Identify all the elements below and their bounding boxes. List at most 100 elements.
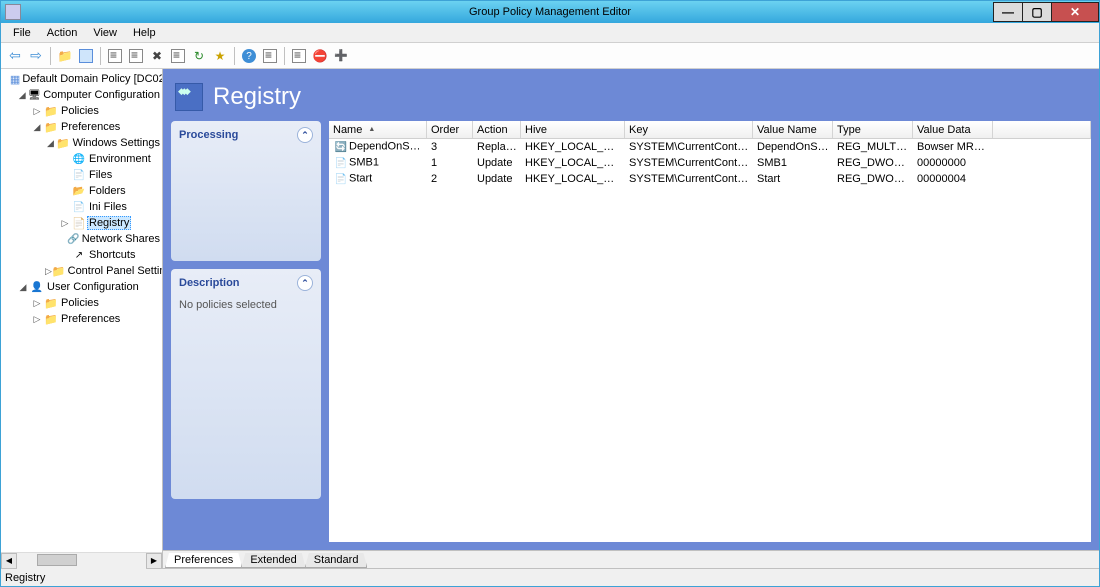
tree-horizontal-scrollbar[interactable]: ◀ ▶ [1,552,162,568]
export-button[interactable] [210,46,230,66]
show-hide-tree-button[interactable] [76,46,96,66]
add-button[interactable] [331,46,351,66]
tree-user-preferences[interactable]: ▷Preferences [31,311,162,327]
cell-name: Start [329,172,427,186]
paste-button[interactable] [126,46,146,66]
delete-button[interactable] [147,46,167,66]
tree-network-shares[interactable]: ▷Network Shares [59,231,162,247]
tree-ini-files[interactable]: ▷Ini Files [59,199,162,215]
tree-folders[interactable]: ▷Folders [59,183,162,199]
scroll-left-button[interactable]: ◀ [1,553,17,569]
menu-help[interactable]: Help [125,25,164,41]
scroll-thumb[interactable] [37,554,77,566]
minimize-button[interactable]: — [993,2,1023,22]
cell-hive: HKEY_LOCAL_MAC... [521,141,625,153]
tree-files[interactable]: ▷Files [59,167,162,183]
view-list-button[interactable] [260,46,280,66]
list-body[interactable]: DependOnService3ReplaceHKEY_LOCAL_MAC...… [329,139,1091,542]
cell-type: REG_DWORD [833,157,913,169]
status-text: Registry [5,572,45,584]
tab-standard[interactable]: Standard [305,553,368,568]
column-header-name[interactable]: Name [329,121,427,138]
separator [234,47,235,65]
column-header-value-data[interactable]: Value Data [913,121,993,138]
titlebar: Group Policy Management Editor — ▢ ✕ [1,1,1099,23]
cell-action: Replace [473,141,521,153]
tree-control-panel-settings[interactable]: ▷Control Panel Settings [45,263,162,279]
cell-value-name: Start [753,173,833,185]
tree-computer-configuration[interactable]: ◢Computer Configuration [17,87,162,103]
cell-key: SYSTEM\CurrentControlS... [625,141,753,153]
right-panel: Registry Processing ⌃ Description ⌃ [163,69,1099,568]
cell-key: SYSTEM\CurrentControlS... [625,157,753,169]
description-collapse-button[interactable]: ⌃ [297,275,313,291]
main-split: ▷Default Domain Policy [DC02.C… ◢Compute… [1,69,1099,568]
menubar: File Action View Help [1,23,1099,43]
registry-header: Registry [171,77,1091,121]
copy-button[interactable] [105,46,125,66]
back-button[interactable] [5,46,25,66]
registry-icon [175,83,203,111]
column-header-hive[interactable]: Hive [521,121,625,138]
window-title: Group Policy Management Editor [469,6,631,18]
help-button[interactable] [239,46,259,66]
row-icon [333,172,349,186]
cell-name: SMB1 [329,156,427,170]
column-header-action[interactable]: Action [473,121,521,138]
separator [284,47,285,65]
processing-pod-title: Processing [179,129,238,141]
table-row[interactable]: DependOnService3ReplaceHKEY_LOCAL_MAC...… [329,139,1091,155]
tree-root[interactable]: ▷Default Domain Policy [DC02.C… [3,71,162,87]
refresh-button[interactable] [189,46,209,66]
tab-extended[interactable]: Extended [241,553,305,568]
cell-key: SYSTEM\CurrentControlS... [625,173,753,185]
content-row: Processing ⌃ Description ⌃ No policies s… [171,121,1091,542]
tree-windows-settings[interactable]: ◢Windows Settings [45,135,162,151]
tree-environment[interactable]: ▷Environment [59,151,162,167]
tree-preferences[interactable]: ◢Preferences [31,119,162,135]
table-row[interactable]: SMB11UpdateHKEY_LOCAL_MAC...SYSTEM\Curre… [329,155,1091,171]
close-button[interactable]: ✕ [1051,2,1099,22]
separator [50,47,51,65]
list-header[interactable]: NameOrderActionHiveKeyValue NameTypeValu… [329,121,1091,139]
tree-user-policies[interactable]: ▷Policies [31,295,162,311]
menu-view[interactable]: View [85,25,125,41]
properties-button[interactable] [168,46,188,66]
stop-button[interactable] [310,46,330,66]
tab-preferences[interactable]: Preferences [165,553,242,568]
cell-value-data: 00000000 [913,157,993,169]
filter-button[interactable] [289,46,309,66]
menu-file[interactable]: File [5,25,39,41]
cell-order: 1 [427,157,473,169]
content-area: Registry Processing ⌃ Description ⌃ [163,69,1099,550]
column-header-type[interactable]: Type [833,121,913,138]
column-header-value-name[interactable]: Value Name [753,121,833,138]
processing-collapse-button[interactable]: ⌃ [297,127,313,143]
console-tree[interactable]: ▷Default Domain Policy [DC02.C… ◢Compute… [1,69,162,552]
forward-button[interactable] [26,46,46,66]
tree-policies[interactable]: ▷Policies [31,103,162,119]
tree-shortcuts[interactable]: ▷Shortcuts [59,247,162,263]
table-row[interactable]: Start2UpdateHKEY_LOCAL_MAC...SYSTEM\Curr… [329,171,1091,187]
maximize-button[interactable]: ▢ [1022,2,1052,22]
cell-value-name: DependOnServ... [753,141,833,153]
toolbar [1,43,1099,69]
registry-list: NameOrderActionHiveKeyValue NameTypeValu… [329,121,1091,542]
cell-hive: HKEY_LOCAL_MAC... [521,173,625,185]
cell-hive: HKEY_LOCAL_MAC... [521,157,625,169]
tree-registry[interactable]: ▷Registry [59,215,162,231]
separator [100,47,101,65]
processing-pod: Processing ⌃ [171,121,321,261]
up-button[interactable] [55,46,75,66]
tree-user-configuration[interactable]: ◢User Configuration [17,279,162,295]
cell-type: REG_MULTI_SZ [833,141,913,153]
scroll-track[interactable] [17,553,146,569]
scroll-right-button[interactable]: ▶ [146,553,162,569]
registry-title: Registry [213,83,301,111]
menu-action[interactable]: Action [39,25,86,41]
column-header-key[interactable]: Key [625,121,753,138]
window-controls: — ▢ ✕ [994,2,1099,22]
column-header-order[interactable]: Order [427,121,473,138]
cell-value-data: Bowser MRxS... [913,141,993,153]
row-icon [333,156,349,170]
